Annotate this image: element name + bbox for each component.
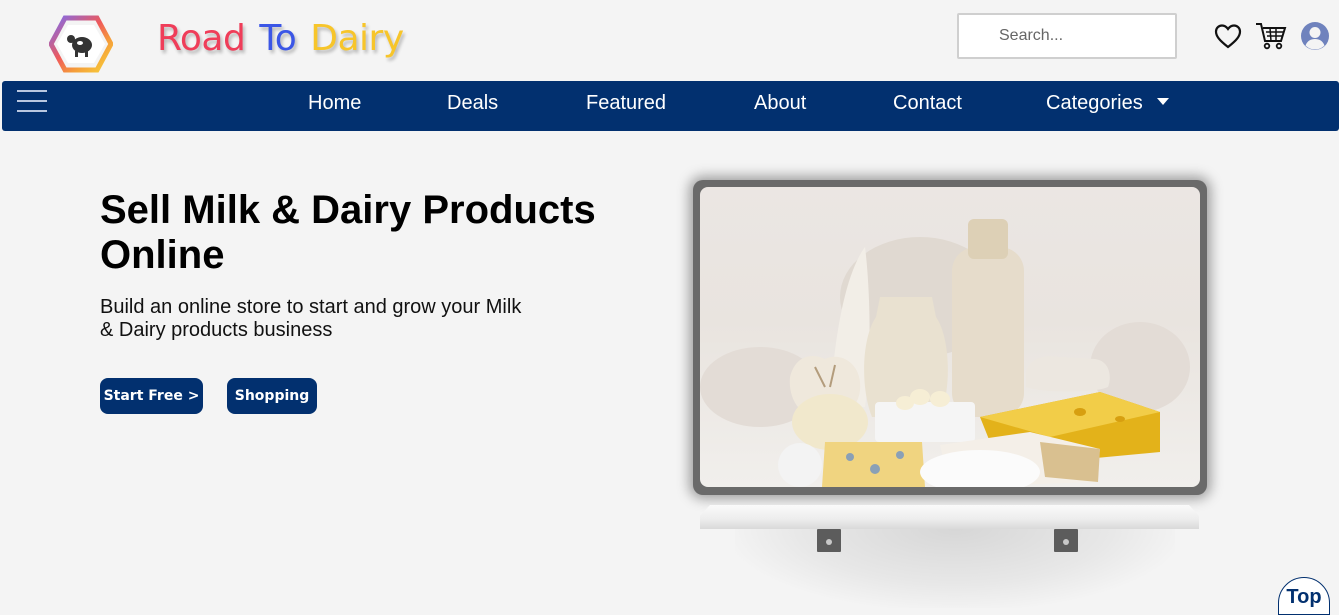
search-input[interactable] xyxy=(957,13,1177,59)
hero-subtitle: Build an online store to start and grow … xyxy=(100,296,522,341)
hero-title: Sell Milk & Dairy Products Online xyxy=(100,188,596,277)
brand-word-road: Road xyxy=(157,18,246,59)
cart-icon xyxy=(1256,23,1287,50)
nav-item-deals[interactable]: Deals xyxy=(447,92,498,115)
nav-item-about[interactable]: About xyxy=(754,92,806,115)
shelf xyxy=(700,505,1199,529)
header: Road To Dairy xyxy=(0,0,1339,80)
logo-icon[interactable] xyxy=(49,15,113,73)
menu-icon[interactable] xyxy=(17,88,49,120)
caret-down-icon xyxy=(1156,98,1169,106)
shelf-bracket-left xyxy=(817,529,841,552)
brand-word-to: To xyxy=(259,18,297,59)
account-button[interactable] xyxy=(1299,20,1331,52)
nav-item-contact[interactable]: Contact xyxy=(893,92,962,115)
user-icon xyxy=(1301,22,1329,50)
brand-word-dairy: Dairy xyxy=(310,18,404,59)
dairy-illustration xyxy=(700,219,1190,487)
cart-button[interactable] xyxy=(1255,20,1287,52)
start-free-button[interactable]: Start Free > xyxy=(100,378,203,414)
nav-item-categories[interactable]: Categories xyxy=(1046,92,1169,115)
shelf-shadow xyxy=(735,528,1175,608)
wishlist-button[interactable] xyxy=(1212,20,1244,52)
brand-name[interactable]: Road To Dairy xyxy=(157,18,404,59)
back-to-top-button[interactable]: Top xyxy=(1278,577,1330,615)
shopping-button[interactable]: Shopping xyxy=(227,378,317,414)
nav-item-featured[interactable]: Featured xyxy=(586,92,666,115)
main-navigation: Home Deals Featured About Contact Catego… xyxy=(2,81,1339,131)
nav-item-home[interactable]: Home xyxy=(308,92,361,115)
nav-item-categories-label: Categories xyxy=(1046,92,1143,114)
shelf-bracket-right xyxy=(1054,529,1078,552)
hero-image-frame xyxy=(693,180,1207,495)
heart-icon xyxy=(1214,24,1242,49)
dairy-products-image xyxy=(700,187,1200,487)
